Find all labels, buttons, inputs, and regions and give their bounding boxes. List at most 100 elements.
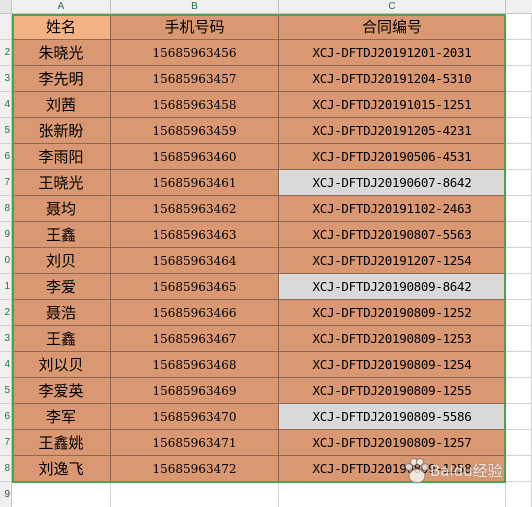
cell-contract[interactable]: XCJ-DFTDJ20190807-5563 — [279, 222, 506, 248]
empty-cell[interactable] — [506, 118, 532, 144]
row-number[interactable] — [0, 14, 11, 40]
empty-cell[interactable] — [12, 482, 111, 507]
row-number[interactable]: 4 — [0, 92, 11, 118]
cell-contract[interactable]: XCJ-DFTDJ20191015-1251 — [279, 92, 506, 118]
cell-name[interactable]: 王鑫 — [12, 222, 111, 248]
cell-contract[interactable]: XCJ-DFTDJ20190809-8642 — [279, 274, 506, 300]
cell-name[interactable]: 李雨阳 — [12, 144, 111, 170]
empty-cell[interactable] — [506, 222, 532, 248]
cell-contract[interactable]: XCJ-DFTDJ20190809-1253 — [279, 326, 506, 352]
column-header-a[interactable]: A — [12, 0, 111, 13]
cell-phone[interactable]: 15685963465 — [111, 274, 279, 300]
row-number[interactable]: 8 — [0, 456, 11, 482]
row-number[interactable]: 5 — [0, 378, 11, 404]
row-number[interactable]: 7 — [0, 170, 11, 196]
column-header-c[interactable]: C — [279, 0, 506, 13]
row-number[interactable]: 8 — [0, 196, 11, 222]
cell-contract[interactable]: XCJ-DFTDJ20190506-4531 — [279, 144, 506, 170]
cell-contract[interactable]: XCJ-DFTDJ20190809-5586 — [279, 404, 506, 430]
empty-cell[interactable] — [506, 144, 532, 170]
empty-cell[interactable] — [506, 456, 532, 482]
cell-name[interactable]: 刘茜 — [12, 92, 111, 118]
cell-name[interactable]: 王鑫 — [12, 326, 111, 352]
cell-contract[interactable]: XCJ-DFTDJ20191102-2463 — [279, 196, 506, 222]
header-cell-contract[interactable]: 合同编号 — [279, 14, 506, 40]
cell-name[interactable]: 李军 — [12, 404, 111, 430]
empty-cell[interactable] — [506, 196, 532, 222]
row-number[interactable]: 9 — [0, 482, 11, 507]
row-number[interactable]: 3 — [0, 66, 11, 92]
empty-cell[interactable] — [506, 66, 532, 92]
cell-name[interactable]: 刘逸飞 — [12, 456, 111, 482]
empty-cell[interactable] — [111, 482, 279, 507]
cell-contract[interactable]: XCJ-DFTDJ20191201-2031 — [279, 40, 506, 66]
spreadsheet[interactable]: A B C 234567890123456789 姓名 手机号码 合同编号 朱晓光 15… — [0, 0, 532, 507]
cell-name[interactable]: 王鑫姚 — [12, 430, 111, 456]
row-number[interactable]: 6 — [0, 404, 11, 430]
cell-phone[interactable]: 15685963472 — [111, 456, 279, 482]
cell-name[interactable]: 王晓光 — [12, 170, 111, 196]
empty-cell[interactable] — [506, 482, 532, 507]
row-number[interactable]: 4 — [0, 352, 11, 378]
cell-contract[interactable]: XCJ-DFTDJ20191207-1254 — [279, 248, 506, 274]
cell-phone[interactable]: 15685963458 — [111, 92, 279, 118]
cell-name[interactable]: 李先明 — [12, 66, 111, 92]
cell-phone[interactable]: 15685963468 — [111, 352, 279, 378]
column-header-b[interactable]: B — [111, 0, 279, 13]
column-header-d[interactable] — [506, 0, 532, 13]
cell-phone[interactable]: 15685963456 — [111, 40, 279, 66]
cell-phone[interactable]: 15685963461 — [111, 170, 279, 196]
cell-name[interactable]: 朱晓光 — [12, 40, 111, 66]
cell-phone[interactable]: 15685963470 — [111, 404, 279, 430]
cell-contract[interactable]: XCJ-DFTDJ20190607-8642 — [279, 170, 506, 196]
empty-cell[interactable] — [506, 170, 532, 196]
cell-phone[interactable]: 15685963462 — [111, 196, 279, 222]
row-number[interactable]: 6 — [0, 144, 11, 170]
cell-phone[interactable]: 15685963467 — [111, 326, 279, 352]
row-number[interactable]: 3 — [0, 326, 11, 352]
cell-phone[interactable]: 15685963471 — [111, 430, 279, 456]
row-number[interactable]: 2 — [0, 300, 11, 326]
row-number[interactable]: 2 — [0, 40, 11, 66]
empty-cell[interactable] — [506, 92, 532, 118]
cell-contract[interactable]: XCJ-DFTDJ20191204-5310 — [279, 66, 506, 92]
cell-phone[interactable]: 15685963463 — [111, 222, 279, 248]
cell-name[interactable]: 李爱英 — [12, 378, 111, 404]
empty-cell[interactable] — [506, 326, 532, 352]
select-all-corner[interactable] — [0, 0, 12, 13]
header-cell-name[interactable]: 姓名 — [12, 14, 111, 40]
cell-name[interactable]: 刘贝 — [12, 248, 111, 274]
cell-name[interactable]: 刘以贝 — [12, 352, 111, 378]
cell-phone[interactable]: 15685963466 — [111, 300, 279, 326]
empty-cell[interactable] — [279, 482, 506, 507]
cell-contract[interactable]: XCJ-DFTDJ20190809-1252 — [279, 300, 506, 326]
cell-name[interactable]: 聂均 — [12, 196, 111, 222]
cell-name[interactable]: 张新盼 — [12, 118, 111, 144]
empty-cell[interactable] — [506, 274, 532, 300]
cell-name[interactable]: 李爱 — [12, 274, 111, 300]
cell-name[interactable]: 聂浩 — [12, 300, 111, 326]
cell-contract[interactable]: XCJ-DFTDJ20191205-4231 — [279, 118, 506, 144]
cell-phone[interactable]: 15685963457 — [111, 66, 279, 92]
cell-contract[interactable]: XCJ-DFTDJ20190809-1257 — [279, 430, 506, 456]
cell-phone[interactable]: 15685963460 — [111, 144, 279, 170]
empty-cell[interactable] — [506, 404, 532, 430]
cell-phone[interactable]: 15685963469 — [111, 378, 279, 404]
row-number[interactable]: 0 — [0, 248, 11, 274]
empty-cell[interactable] — [506, 300, 532, 326]
empty-cell[interactable] — [506, 14, 532, 40]
cell-contract[interactable]: XCJ-DFTDJ20190809-1254 — [279, 352, 506, 378]
empty-cell[interactable] — [506, 248, 532, 274]
row-number[interactable]: 7 — [0, 430, 11, 456]
cell-contract[interactable]: XCJ-DFTDJ20190809-1255 — [279, 378, 506, 404]
row-number[interactable]: 5 — [0, 118, 11, 144]
cell-phone[interactable]: 15685963459 — [111, 118, 279, 144]
cell-contract[interactable]: XCJ-DFTDJ20190809-1258 — [279, 456, 506, 482]
header-cell-phone[interactable]: 手机号码 — [111, 14, 279, 40]
row-number[interactable]: 9 — [0, 222, 11, 248]
empty-cell[interactable] — [506, 430, 532, 456]
empty-cell[interactable] — [506, 378, 532, 404]
cell-phone[interactable]: 15685963464 — [111, 248, 279, 274]
empty-cell[interactable] — [506, 40, 532, 66]
row-number[interactable]: 1 — [0, 274, 11, 300]
